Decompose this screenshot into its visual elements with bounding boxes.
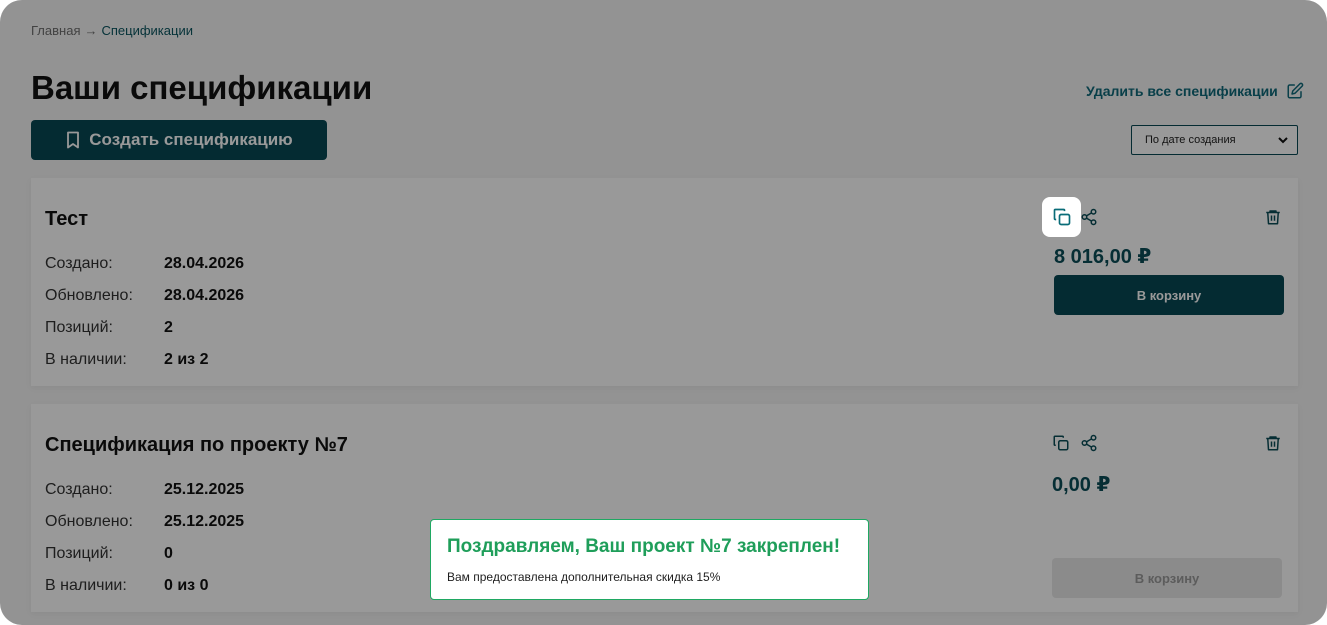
trash-icon	[1266, 210, 1280, 225]
delete-all-button[interactable]: Удалить все спецификации	[1086, 82, 1304, 100]
meta-value: 0	[164, 545, 173, 562]
meta-value: 28.04.2026	[164, 255, 245, 272]
create-spec-button[interactable]: Создать спецификацию	[31, 120, 327, 160]
meta-label: Создано:	[45, 255, 113, 272]
meta-label: Позиций:	[45, 545, 113, 562]
meta-value: 2 из 2	[164, 351, 209, 368]
meta-row-created: Создано: 25.12.2025	[45, 474, 244, 506]
meta-row-updated: Обновлено: 28.04.2026	[45, 280, 244, 312]
trash-icon	[1266, 436, 1280, 451]
meta-label: В наличии:	[45, 351, 127, 368]
breadcrumb-current: Спецификации	[101, 23, 193, 38]
meta-value: 25.12.2025	[164, 513, 245, 530]
share-icon	[1081, 434, 1097, 452]
sort-select[interactable]: По дате создания	[1131, 125, 1298, 155]
bookmark-icon	[67, 131, 80, 149]
meta-row-stock: В наличии: 0 из 0	[45, 570, 244, 602]
chevron-down-icon	[1278, 137, 1288, 144]
meta-label: Обновлено:	[45, 513, 133, 530]
meta-row-positions: Позиций: 0	[45, 538, 244, 570]
meta-row-stock: В наличии: 2 из 2	[45, 344, 244, 376]
app-frame: Главная → Спецификации Ваши спецификации…	[0, 0, 1327, 625]
breadcrumb-home[interactable]: Главная	[31, 23, 80, 38]
meta-value: 2	[164, 319, 173, 336]
meta-value: 25.12.2025	[164, 481, 245, 498]
create-spec-label: Создать спецификацию	[89, 130, 293, 149]
toast-title: Поздравляем, Ваш проект №7 закреплен!	[447, 536, 841, 557]
meta-row-updated: Обновлено: 25.12.2025	[45, 506, 244, 538]
spec-card: Тест Создано: 28.04.2026 Обновлено: 28.0…	[31, 178, 1298, 386]
meta-value: 28.04.2026	[164, 287, 245, 304]
success-toast: Поздравляем, Ваш проект №7 закреплен! Ва…	[430, 519, 869, 600]
meta-label: Позиций:	[45, 319, 113, 336]
delete-all-label: Удалить все спецификации	[1086, 83, 1278, 99]
meta-label: Обновлено:	[45, 287, 133, 304]
spec-price: 8 016,00 ₽	[1054, 246, 1152, 268]
spec-name[interactable]: Тест	[45, 208, 88, 231]
copy-icon	[1053, 208, 1070, 226]
page-title: Ваши спецификации	[31, 69, 373, 106]
delete-button[interactable]	[1260, 204, 1286, 230]
spec-meta: Создано: 25.12.2025 Обновлено: 25.12.202…	[45, 474, 244, 602]
breadcrumb-separator: →	[84, 23, 98, 38]
meta-row-created: Создано: 28.04.2026	[45, 248, 244, 280]
meta-row-positions: Позиций: 2	[45, 312, 244, 344]
share-button[interactable]	[1076, 430, 1102, 456]
add-to-cart-button[interactable]: В корзину	[1052, 558, 1282, 598]
meta-label: В наличии:	[45, 577, 127, 594]
spec-meta: Создано: 28.04.2026 Обновлено: 28.04.202…	[45, 248, 244, 376]
spec-name[interactable]: Спецификация по проекту №7	[45, 434, 348, 457]
copy-button[interactable]	[1048, 430, 1074, 456]
edit-icon	[1287, 82, 1304, 99]
delete-button[interactable]	[1260, 430, 1286, 456]
highlighted-copy-button[interactable]	[1042, 197, 1081, 237]
spec-price: 0,00 ₽	[1052, 474, 1111, 496]
copy-icon	[1053, 435, 1069, 451]
breadcrumb: Главная → Спецификации	[31, 23, 193, 38]
share-icon	[1081, 208, 1097, 226]
sort-select-value: По дате создания	[1145, 134, 1236, 146]
meta-value: 0 из 0	[164, 577, 209, 594]
meta-label: Создано:	[45, 481, 113, 498]
add-to-cart-button[interactable]: В корзину	[1054, 275, 1284, 315]
toast-text: Вам предоставлена дополнительная скидка …	[447, 570, 721, 584]
